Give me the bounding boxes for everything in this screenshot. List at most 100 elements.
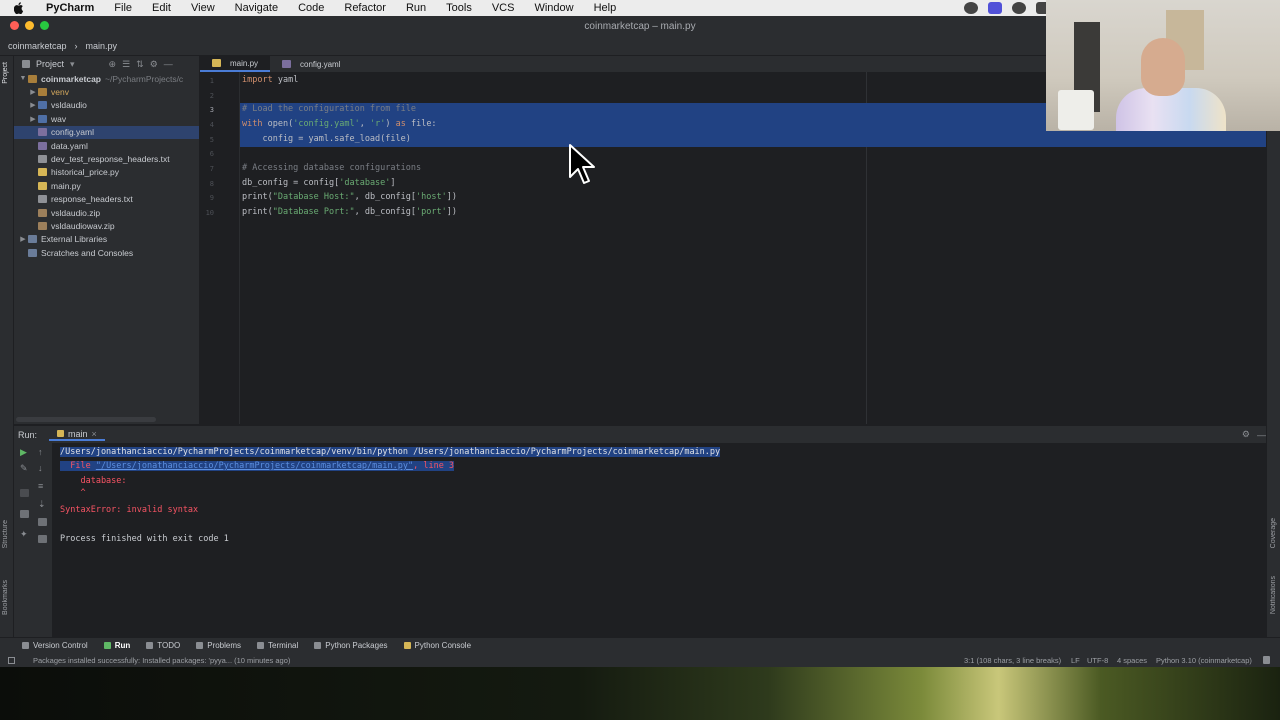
tree-item-vsldaudiowav-zip[interactable]: vsldaudiowav.zip xyxy=(14,219,199,232)
line-number: 3 xyxy=(209,106,214,114)
project-toolbar-icons[interactable]: ⊕☰⇅⚙— xyxy=(109,59,179,70)
console-file-link[interactable]: "/Users/jonathanciaccio/PycharmProjects/… xyxy=(96,461,413,471)
zoom-window-icon[interactable] xyxy=(40,21,49,30)
soft-wrap-icon[interactable]: ≡ xyxy=(38,481,43,491)
menu-vcs[interactable]: VCS xyxy=(482,2,525,14)
python-interpreter[interactable]: Python 3.10 (coinmarketcap) xyxy=(1156,656,1252,665)
caret-position[interactable]: 3:1 (108 chars, 3 line breaks) xyxy=(964,656,1061,665)
menu-file[interactable]: File xyxy=(104,2,142,14)
breadcrumb-separator: › xyxy=(74,40,78,51)
close-icon[interactable]: × xyxy=(92,429,97,439)
apple-icon[interactable] xyxy=(12,2,26,14)
console-command-line: /Users/jonathanciaccio/PycharmProjects/c… xyxy=(60,447,721,457)
bookmarks-tool-tab[interactable]: Bookmarks xyxy=(2,580,9,615)
text-file-icon xyxy=(38,155,47,164)
menu-run[interactable]: Run xyxy=(396,2,436,14)
tree-item-historical-price[interactable]: historical_price.py xyxy=(14,166,199,179)
tab-label: Run xyxy=(114,641,131,650)
trash-icon[interactable] xyxy=(38,535,47,543)
project-horizontal-scrollbar[interactable] xyxy=(16,417,156,422)
tree-item-response-headers[interactable]: response_headers.txt xyxy=(14,193,199,206)
tab-python-packages[interactable]: Python Packages xyxy=(306,641,395,650)
file-encoding[interactable]: UTF-8 xyxy=(1087,656,1108,665)
wrench-icon[interactable]: ✎ xyxy=(20,463,28,474)
code-token: ]) xyxy=(446,207,457,217)
coverage-tool-tab[interactable]: Coverage xyxy=(1270,518,1277,548)
tree-item-config-yaml[interactable]: config.yaml xyxy=(14,125,199,139)
menu-help[interactable]: Help xyxy=(584,2,627,14)
arrow-up-icon[interactable]: ↑ xyxy=(38,447,43,457)
menu-code[interactable]: Code xyxy=(288,2,334,14)
lock-icon[interactable] xyxy=(1263,656,1270,664)
python-file-icon xyxy=(38,181,47,190)
tab-python-console[interactable]: Python Console xyxy=(396,641,479,650)
run-console[interactable]: /Users/jonathanciaccio/PycharmProjects/c… xyxy=(52,443,1258,637)
project-panel: Project ▾ ⊕☰⇅⚙— ▼ coinmarketcap ~/Pychar… xyxy=(14,56,200,424)
menu-refactor[interactable]: Refactor xyxy=(334,2,396,14)
tree-item-vsldaudio[interactable]: ▶ vsldaudio xyxy=(14,99,199,112)
arrow-down-icon[interactable]: ↓ xyxy=(38,463,43,473)
menu-navigate[interactable]: Navigate xyxy=(225,2,288,14)
tab-version-control[interactable]: Version Control xyxy=(14,641,96,650)
chevron-right-icon[interactable]: ▶ xyxy=(28,88,38,96)
code-string: 'port' xyxy=(416,207,447,217)
run-config-tab[interactable]: main × xyxy=(49,429,105,441)
line-separator[interactable]: LF xyxy=(1071,656,1080,665)
tree-scratches[interactable]: Scratches and Consoles xyxy=(14,246,199,259)
menu-edit[interactable]: Edit xyxy=(142,2,181,14)
tree-item-wav[interactable]: ▶ wav xyxy=(14,112,199,125)
record-icon[interactable] xyxy=(1012,2,1026,14)
layout-icon[interactable] xyxy=(20,510,29,518)
project-view-selector[interactable]: Project xyxy=(36,59,64,69)
yaml-file-icon xyxy=(38,128,47,137)
indent-setting[interactable]: 4 spaces xyxy=(1117,656,1147,665)
structure-tool-tab[interactable]: Structure xyxy=(2,520,9,548)
scroll-to-end-icon[interactable]: ⇣ xyxy=(38,499,46,510)
code-token: , xyxy=(359,119,370,129)
tab-label: TODO xyxy=(157,641,181,650)
menu-window[interactable]: Window xyxy=(524,2,583,14)
chevron-down-icon[interactable]: ▼ xyxy=(18,75,28,82)
tree-root[interactable]: ▼ coinmarketcap ~/PycharmProjects/c xyxy=(14,72,199,85)
tab-run[interactable]: Run xyxy=(96,641,139,650)
menu-tools[interactable]: Tools xyxy=(436,2,482,14)
chevron-right-icon[interactable]: ▶ xyxy=(18,235,28,243)
tree-item-venv[interactable]: ▶ venv xyxy=(14,85,199,98)
stop-icon[interactable] xyxy=(20,489,29,497)
status-message[interactable]: Packages installed successfully: Install… xyxy=(33,656,290,665)
tree-item-dev-test-response-headers[interactable]: dev_test_response_headers.txt xyxy=(14,152,199,165)
minimize-icon[interactable]: — xyxy=(1257,430,1266,440)
project-tool-tab[interactable]: Project xyxy=(2,62,9,84)
folder-icon xyxy=(38,88,47,97)
tab-terminal[interactable]: Terminal xyxy=(249,641,306,650)
tab-main-py[interactable]: main.py xyxy=(200,56,271,72)
print-icon[interactable] xyxy=(38,518,47,526)
folder-icon xyxy=(38,101,47,110)
line-number: 9 xyxy=(209,194,214,202)
tab-config-yaml[interactable]: config.yaml xyxy=(270,56,352,72)
tree-item-main-py[interactable]: main.py xyxy=(14,179,199,192)
tree-item-vsldaudio-zip[interactable]: vsldaudio.zip xyxy=(14,206,199,219)
chevron-down-icon[interactable]: ▾ xyxy=(70,59,75,70)
tab-problems[interactable]: Problems xyxy=(188,641,249,650)
tree-external-libraries[interactable]: ▶ External Libraries xyxy=(14,233,199,246)
menu-view[interactable]: View xyxy=(181,2,225,14)
notifications-tool-tab[interactable]: Notifications xyxy=(1270,576,1277,614)
chevron-right-icon[interactable]: ▶ xyxy=(28,115,38,123)
tab-todo[interactable]: TODO xyxy=(138,641,188,650)
breadcrumb-project[interactable]: coinmarketcap xyxy=(0,41,67,51)
chevron-right-icon[interactable]: ▶ xyxy=(28,101,38,109)
close-window-icon[interactable] xyxy=(10,21,19,30)
gear-icon[interactable]: ⚙ xyxy=(1242,429,1250,440)
tree-item-data-yaml[interactable]: data.yaml xyxy=(14,139,199,152)
rerun-icon[interactable]: ▶ xyxy=(20,447,27,458)
pin-icon[interactable]: ✦ xyxy=(20,529,28,540)
right-tool-strip: Coverage Notifications xyxy=(1266,56,1280,651)
breadcrumb-file[interactable]: main.py xyxy=(78,41,118,51)
minimize-window-icon[interactable] xyxy=(25,21,34,30)
display-icon[interactable] xyxy=(988,2,1002,14)
screen-record-icon[interactable] xyxy=(964,2,978,14)
code-line-3: # Load the configuration from file xyxy=(242,104,416,114)
menu-app-pycharm[interactable]: PyCharm xyxy=(36,2,104,14)
status-toggle-icon[interactable] xyxy=(8,656,15,664)
